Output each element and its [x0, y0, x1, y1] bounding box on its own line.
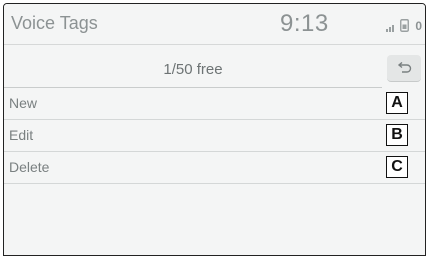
menu-list: New A Edit B Delete C [4, 88, 425, 184]
status-icons: 0 [386, 18, 422, 32]
phone-icon [400, 19, 410, 32]
menu-item-label: Edit [9, 127, 34, 143]
menu-item-new[interactable]: New A [4, 88, 425, 120]
screen-title: Voice Tags [11, 13, 98, 33]
menu-item-label: Delete [9, 159, 50, 175]
status-bar: Voice Tags 9:13 0 [4, 4, 425, 45]
clock: 9:13 [280, 10, 329, 37]
free-count-label: 1/50 free [4, 52, 382, 88]
menu-item-label: New [9, 95, 38, 111]
callout-a: A [386, 92, 408, 114]
header-row: 1/50 free [4, 52, 425, 88]
voice-tags-screen: Voice Tags 9:13 0 1/50 free New A Edit B… [3, 3, 426, 256]
signal-icon [386, 22, 395, 32]
menu-item-delete[interactable]: Delete C [4, 152, 425, 184]
status-count: 0 [415, 19, 422, 33]
back-button[interactable] [387, 55, 421, 82]
return-arrow-icon [397, 62, 412, 73]
callout-c: C [386, 156, 408, 178]
callout-b: B [386, 124, 408, 146]
menu-item-edit[interactable]: Edit B [4, 120, 425, 152]
